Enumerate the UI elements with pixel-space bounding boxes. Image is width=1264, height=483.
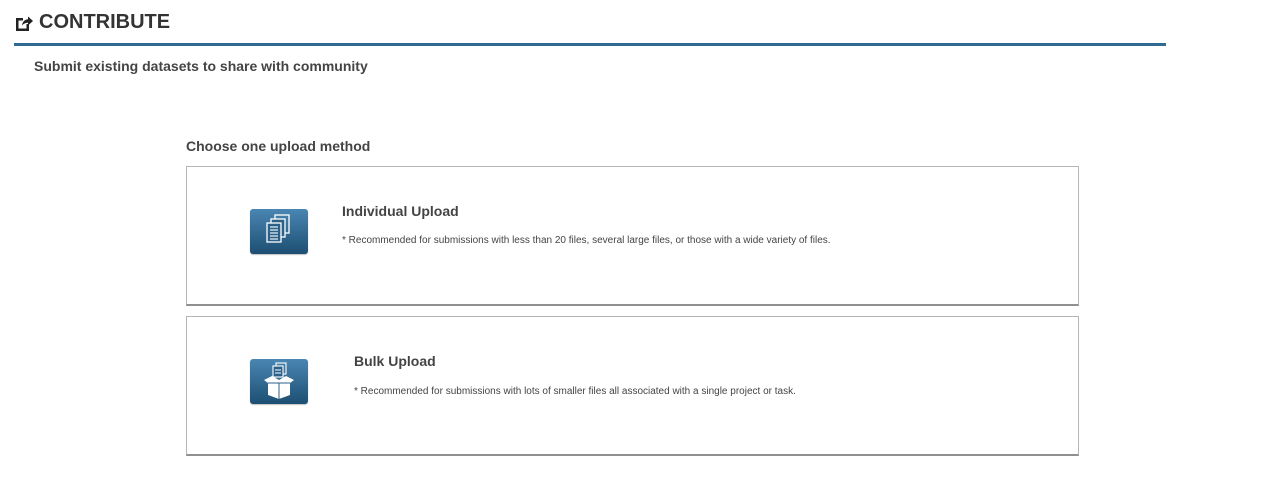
bulk-upload-title: Bulk Upload <box>354 353 436 369</box>
contribute-page: CONTRIBUTE Submit existing datasets to s… <box>0 0 1264 483</box>
page-header: CONTRIBUTE <box>14 10 1166 46</box>
page-title: CONTRIBUTE <box>39 11 171 33</box>
bulk-upload-option[interactable]: Bulk Upload * Recommended for submission… <box>186 316 1079 456</box>
individual-upload-description: * Recommended for submissions with less … <box>342 235 831 246</box>
individual-upload-title: Individual Upload <box>342 203 459 219</box>
documents-icon <box>250 209 308 254</box>
open-box-icon <box>250 359 308 404</box>
share-edit-icon <box>14 13 34 33</box>
bulk-upload-description: * Recommended for submissions with lots … <box>354 386 796 397</box>
upload-method-label: Choose one upload method <box>186 138 371 154</box>
page-subtitle: Submit existing datasets to share with c… <box>34 58 368 74</box>
individual-upload-option[interactable]: Individual Upload * Recommended for subm… <box>186 166 1079 306</box>
